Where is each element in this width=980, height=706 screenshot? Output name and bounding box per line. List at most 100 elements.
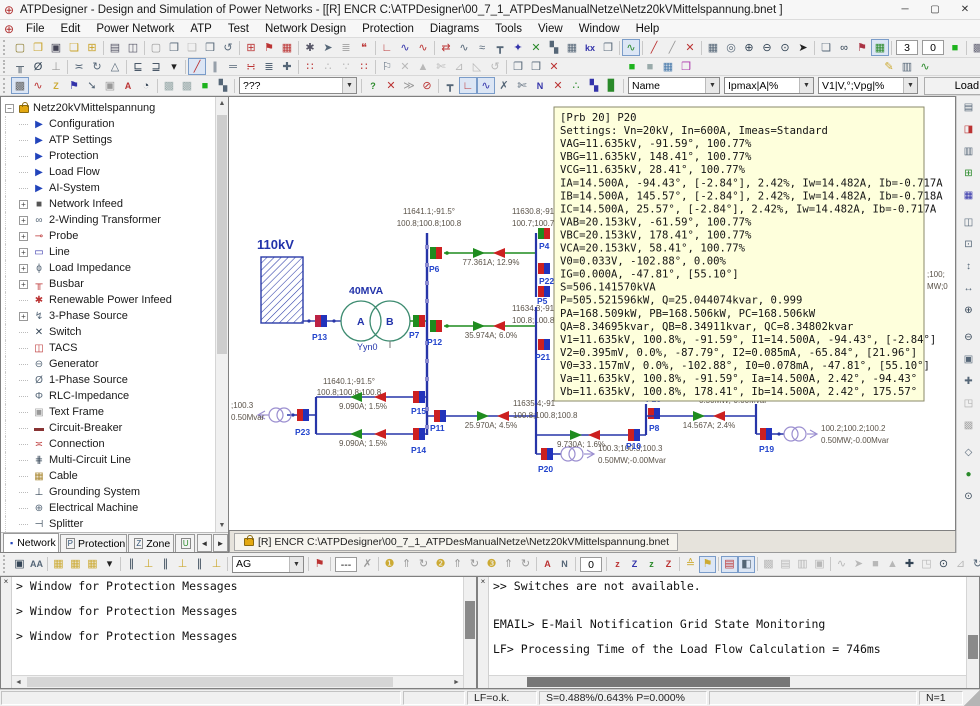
curve-history-button[interactable]: ∿ [916,58,934,75]
print-button[interactable]: ▤ [106,39,124,56]
tree-item-generator[interactable]: ⊖Generator [5,356,215,372]
probe-p23[interactable]: P23 [295,409,310,437]
zero-count-field[interactable]: 0 [922,40,944,55]
tree-item-ai-system[interactable]: ▶AI-System [5,180,215,196]
chevron-down-icon[interactable]: ▼ [799,78,813,93]
tree-item-3-phase-source[interactable]: +↯3-Phase Source [5,308,215,324]
tree-item-splitter[interactable]: ⊣Splitter [5,516,215,532]
tree-item-load-impedance[interactable]: +ϕLoad Impedance [5,260,215,276]
tree-item-grounding-system[interactable]: ⊥Grounding System [5,484,215,500]
network-infeed-symbol[interactable] [261,257,303,323]
grid-view-button[interactable]: ▦ [704,39,722,56]
curve-b-button[interactable]: ∿ [477,77,495,94]
h-scrollbar[interactable]: ◄ ► [12,675,463,688]
v-scrollbar[interactable] [463,577,476,688]
link-nodes-button[interactable]: ≍ [70,58,88,75]
run-state-green-button[interactable]: ■ [623,58,641,75]
gray-frame-button[interactable]: ◳ [918,556,935,573]
star-run-button[interactable]: ✦ [509,39,527,56]
maximize-button[interactable]: ▢ [920,0,950,19]
phase-select-combo[interactable]: AG▼ [232,556,304,573]
paste-button[interactable]: ❑ [183,39,201,56]
probe-info-box[interactable]: [Prb 20] P20Settings: Vn=20kV, In=600A, … [554,107,943,401]
menu-diagrams[interactable]: Diagrams [422,20,487,38]
tree-root[interactable]: − Netz20kVMittelspannung [5,100,215,116]
dock-dropdown-button[interactable]: ▾ [165,58,183,75]
side-diamond-button[interactable]: ◇ [959,443,979,462]
mirror-v-button[interactable]: ⊿ [450,58,468,75]
tab-protection[interactable]: PProtection [60,534,128,552]
breaker-close-button[interactable]: ∵ [337,58,355,75]
pause-marks-button[interactable]: ∥ [206,58,224,75]
gray-print-button[interactable]: ▥ [794,556,811,573]
tree-item-load-flow[interactable]: ▶Load Flow [5,164,215,180]
level-count-field[interactable]: 3 [896,40,918,55]
tree-item-atp-settings[interactable]: ▶ATP Settings [5,132,215,148]
tree-item-switch[interactable]: ✕Switch [5,324,215,340]
dashed-line-button[interactable]: ═ [224,58,242,75]
save-button[interactable]: ▣ [47,39,65,56]
new-page-button[interactable]: ▢ [147,39,165,56]
project-tree-button[interactable]: ⊞ [83,39,101,56]
z-3-button[interactable]: z [643,556,660,573]
panel-close-icon[interactable]: × [4,577,9,586]
swap-arrows-button[interactable]: ⇄ [437,39,455,56]
tree-item-busbar[interactable]: +╥Busbar [5,276,215,292]
expand-icon[interactable]: + [19,264,28,273]
gray-play-button[interactable]: ➤ [850,556,867,573]
search-binoculars-button[interactable]: ∞ [835,39,853,56]
save-all-button[interactable]: ❏ [65,39,83,56]
stage-2-button[interactable]: ❷ [432,556,449,573]
cb-group-3-button[interactable]: ▦ [84,556,101,573]
tree-item-configuration[interactable]: ▶Configuration [5,116,215,132]
tree-item-probe[interactable]: +⊸Probe [5,228,215,244]
label-mode-combo[interactable]: Name▼ [628,77,720,94]
probe-p5[interactable]: P5 [537,286,550,306]
ground-3-button[interactable]: ⊥ [208,556,225,573]
clip-network-button[interactable]: ❒ [677,58,695,75]
film-strip-button[interactable]: ▣ [11,556,28,573]
pole-2-button[interactable]: ∥ [157,556,174,573]
scroll-down-icon[interactable]: ▼ [216,519,228,532]
tab-zone[interactable]: ZZone [128,534,173,552]
collapse-icon[interactable]: − [5,104,14,113]
menu-view[interactable]: View [530,20,571,38]
route-x-button[interactable]: ➘ [83,77,101,94]
side-split-button[interactable]: ◫ [959,213,979,232]
ground-1-button[interactable]: ⊥ [140,556,157,573]
chevron-down-icon[interactable]: ▼ [342,78,356,93]
delete-element-button[interactable]: ✕ [396,58,414,75]
delete-lines-button[interactable]: ✕ [681,39,699,56]
clipboard-copy-button[interactable]: ❐ [599,39,617,56]
perpendicular-button[interactable]: ⊥ [47,58,65,75]
flag-yellow-button[interactable]: ⚑ [699,556,716,573]
group-people-button[interactable]: ∴ [567,77,585,94]
dock-right-button[interactable]: ⊒ [147,58,165,75]
side-horizontal-button[interactable]: ↔ [959,279,979,298]
load-flow-button[interactable]: Load Flow [924,77,980,95]
menu-network-design[interactable]: Network Design [257,20,354,38]
tab-u[interactable]: U [175,534,195,552]
probe-tool-button[interactable]: ┳ [441,77,459,94]
pole-3-button[interactable]: ∥ [191,556,208,573]
swatch-run-button[interactable]: ■ [196,77,214,94]
menu-window[interactable]: Window [571,20,628,38]
probe-p4[interactable]: P4 [538,228,550,251]
curve-edit-button[interactable]: ∿ [414,39,432,56]
schedule-grid-button[interactable]: ⊞ [242,39,260,56]
state-swatch-button[interactable]: ■ [946,39,964,56]
tabs-scroll-left-icon[interactable]: ◄ [197,534,212,552]
menu-tools[interactable]: Tools [487,20,530,38]
tools-cross-button[interactable]: ✗ [495,77,513,94]
run-query-button[interactable]: ? [364,77,382,94]
zoom-tool-button[interactable]: ⊙ [935,556,952,573]
probe-p13[interactable]: P13 [312,315,327,342]
v-scrollbar[interactable] [966,577,979,688]
resize-grip[interactable] [964,690,980,706]
chevron-down-icon[interactable]: ▼ [289,557,303,572]
tab-network[interactable]: ▪Network [3,533,59,552]
erase-element-button[interactable]: ✄ [432,58,450,75]
expand-icon[interactable]: + [19,248,28,257]
menu-help[interactable]: Help [628,20,668,38]
stage-3-up-button[interactable]: ⇑ [500,556,517,573]
